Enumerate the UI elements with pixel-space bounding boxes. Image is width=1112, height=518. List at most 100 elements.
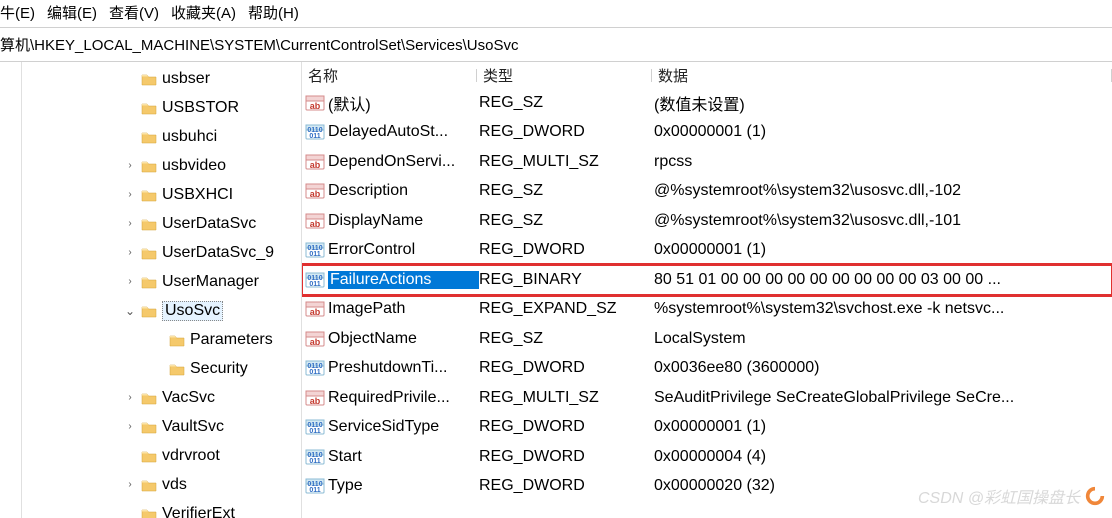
tree-item-userdatasvc_9[interactable]: › UserDataSvc_9 (22, 238, 301, 267)
value-data: %systemroot%\system32\svchost.exe -k net… (654, 300, 1112, 318)
folder-icon (140, 71, 158, 87)
reg-binary-icon (304, 240, 326, 260)
tree-item-label: UserManager (162, 273, 259, 291)
value-row[interactable]: DelayedAutoSt...REG_DWORD0x00000001 (1) (302, 118, 1112, 148)
tree-item-usbxhci[interactable]: › USBXHCI (22, 180, 301, 209)
header-name[interactable]: 名称 (302, 65, 477, 86)
value-row[interactable]: ServiceSidTypeREG_DWORD0x00000001 (1) (302, 413, 1112, 443)
tree-item-vdrvroot[interactable]: vdrvroot (22, 441, 301, 470)
value-row[interactable]: DependOnServi...REG_MULTI_SZrpcss (302, 147, 1112, 177)
value-row[interactable]: (默认)REG_SZ(数值未设置) (302, 88, 1112, 118)
menu-view[interactable]: 查看(V) (109, 2, 159, 23)
reg-string-icon (304, 181, 326, 201)
folder-icon (140, 100, 158, 116)
value-row[interactable]: PreshutdownTi...REG_DWORD0x0036ee80 (360… (302, 354, 1112, 384)
value-data: 0x0036ee80 (3600000) (654, 359, 1112, 377)
tree-item-usbvideo[interactable]: ›usbvideo (22, 151, 301, 180)
main-area: usbserUSBSTORusbuhci›usbvideo›USBXHCI›Us… (0, 62, 1112, 518)
watermark-text: CSDN @彩虹国操盘长 (918, 484, 1080, 508)
chevron-right-icon[interactable]: › (122, 247, 138, 258)
tree-item-vacsvc[interactable]: › VacSvc (22, 383, 301, 412)
menu-help[interactable]: 帮助(H) (248, 2, 299, 23)
value-type: REG_DWORD (479, 123, 654, 141)
menu-file[interactable]: 牛(E) (0, 2, 35, 23)
header-type[interactable]: 类型 (477, 65, 652, 86)
tree-item-verifierext[interactable]: VerifierExt (22, 499, 301, 518)
tree-item-parameters[interactable]: Parameters (22, 325, 301, 354)
tree-item-label: VacSvc (162, 389, 215, 407)
value-type: REG_SZ (479, 182, 654, 200)
tree-item-label: UserDataSvc (162, 215, 256, 233)
tree-item-label: UserDataSvc_9 (162, 244, 274, 262)
registry-values-list[interactable]: 名称 类型 数据 (默认)REG_SZ(数值未设置)DelayedAutoSt.… (302, 62, 1112, 518)
header-data[interactable]: 数据 (652, 65, 1112, 86)
menu-edit[interactable]: 编辑(E) (47, 2, 97, 23)
value-type: REG_DWORD (479, 448, 654, 466)
value-row[interactable]: DescriptionREG_SZ@%systemroot%\system32\… (302, 177, 1112, 207)
value-type: REG_BINARY (479, 271, 654, 289)
value-name: PreshutdownTi... (328, 359, 479, 377)
menu-favorites[interactable]: 收藏夹(A) (171, 2, 236, 23)
tree-item-vaultsvc[interactable]: ›VaultSvc (22, 412, 301, 441)
value-type: REG_DWORD (479, 241, 654, 259)
reg-string-icon (304, 388, 326, 408)
watermark-logo-icon (1084, 485, 1106, 507)
reg-binary-icon (304, 476, 326, 496)
tree-item-label: UsoSvc (162, 301, 223, 321)
menu-bar: 牛(E) 编辑(E) 查看(V) 收藏夹(A) 帮助(H) (0, 0, 1112, 28)
address-bar[interactable]: 算机\HKEY_LOCAL_MACHINE\SYSTEM\CurrentCont… (0, 28, 1112, 62)
tree-item-usosvc[interactable]: ⌄ UsoSvc (22, 296, 301, 325)
registry-tree[interactable]: usbserUSBSTORusbuhci›usbvideo›USBXHCI›Us… (22, 62, 302, 518)
value-data: SeAuditPrivilege SeCreateGlobalPrivilege… (654, 389, 1112, 407)
value-data: @%systemroot%\system32\usosvc.dll,-102 (654, 182, 1112, 200)
chevron-right-icon[interactable]: › (122, 392, 138, 403)
value-name: ObjectName (328, 330, 479, 348)
chevron-right-icon[interactable]: › (122, 160, 138, 171)
chevron-right-icon[interactable]: › (122, 421, 138, 432)
watermark: CSDN @彩虹国操盘长 (918, 484, 1106, 508)
value-data: rpcss (654, 153, 1112, 171)
value-row[interactable]: ErrorControlREG_DWORD0x00000001 (1) (302, 236, 1112, 266)
folder-icon (140, 129, 158, 145)
value-data: 0x00000001 (1) (654, 241, 1112, 259)
chevron-right-icon[interactable]: › (122, 218, 138, 229)
tree-item-security[interactable]: Security (22, 354, 301, 383)
tree-item-vds[interactable]: › vds (22, 470, 301, 499)
folder-icon (140, 274, 158, 290)
tree-item-usbser[interactable]: usbser (22, 64, 301, 93)
tree-item-label: usbser (162, 70, 210, 88)
tree-item-label: USBXHCI (162, 186, 233, 204)
value-type: REG_MULTI_SZ (479, 153, 654, 171)
value-name: DisplayName (328, 212, 479, 230)
chevron-right-icon[interactable]: › (122, 276, 138, 287)
chevron-right-icon[interactable]: › (122, 189, 138, 200)
value-type: REG_SZ (479, 94, 654, 112)
tree-item-usbuhci[interactable]: usbuhci (22, 122, 301, 151)
tree-item-label: vdrvroot (162, 447, 220, 465)
reg-binary-icon (304, 122, 326, 142)
folder-icon (168, 332, 186, 348)
folder-icon (140, 216, 158, 232)
reg-string-icon (304, 211, 326, 231)
reg-string-icon (304, 93, 326, 113)
value-row[interactable]: ImagePathREG_EXPAND_SZ%systemroot%\syste… (302, 295, 1112, 325)
folder-icon (140, 245, 158, 261)
tree-item-usbstor[interactable]: USBSTOR (22, 93, 301, 122)
value-row[interactable]: ObjectNameREG_SZLocalSystem (302, 324, 1112, 354)
value-name: Type (328, 477, 479, 495)
chevron-down-icon[interactable]: ⌄ (122, 304, 138, 318)
value-row[interactable]: DisplayNameREG_SZ@%systemroot%\system32\… (302, 206, 1112, 236)
tree-item-usermanager[interactable]: › UserManager (22, 267, 301, 296)
value-data: 0x00000004 (4) (654, 448, 1112, 466)
value-type: REG_SZ (479, 330, 654, 348)
value-type: REG_DWORD (479, 418, 654, 436)
value-row[interactable]: FailureActionsREG_BINARY80 51 01 00 00 0… (302, 265, 1112, 295)
reg-binary-icon (304, 358, 326, 378)
tree-item-label: vds (162, 476, 187, 494)
chevron-right-icon[interactable]: › (122, 479, 138, 490)
value-row[interactable]: RequiredPrivile...REG_MULTI_SZSeAuditPri… (302, 383, 1112, 413)
tree-item-label: Parameters (190, 331, 273, 349)
tree-item-userdatasvc[interactable]: › UserDataSvc (22, 209, 301, 238)
value-row[interactable]: StartREG_DWORD0x00000004 (4) (302, 442, 1112, 472)
folder-icon (140, 448, 158, 464)
